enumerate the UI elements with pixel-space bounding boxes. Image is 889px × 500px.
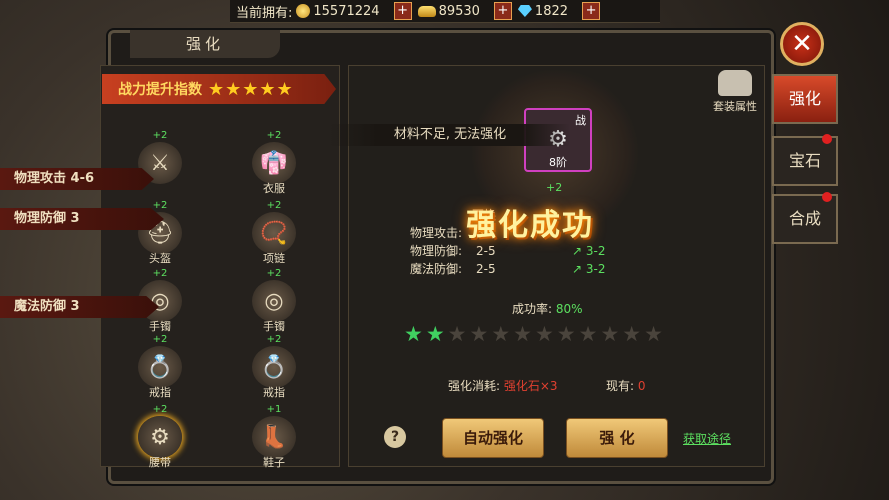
set-attr-label: 套装属性 xyxy=(713,100,757,113)
equipment-slot[interactable]: +2 ◎ 手镯 xyxy=(246,268,302,334)
slot-plus: +2 xyxy=(152,334,168,345)
close-button[interactable]: ✕ xyxy=(780,22,824,66)
enhance-star: ★ xyxy=(534,322,554,346)
slot-name: 戒指 xyxy=(263,386,285,399)
gold-amount: 15571224 xyxy=(313,3,380,19)
diamond-amount: 1822 xyxy=(534,3,569,19)
cost-info: 强化消耗: 强化石×3 xyxy=(448,377,558,394)
slot-plus: +2 xyxy=(152,130,168,141)
equipment-icon: ⚙ xyxy=(138,416,182,458)
add-gold-button[interactable]: + xyxy=(393,2,412,20)
rate-value: 80% xyxy=(555,302,583,316)
currency-bar: 当前拥有: 15571224 + 89530 + 1822 + xyxy=(230,0,660,23)
equipment-slot[interactable]: +2 👘 衣服 xyxy=(246,130,302,196)
success-rate: 成功率: 80% xyxy=(512,300,583,317)
slot-plus: +1 xyxy=(266,404,282,415)
target-level: 8阶 xyxy=(549,156,567,169)
enhance-star: ★ xyxy=(578,322,598,346)
equipment-slot[interactable]: +2 💍 戒指 xyxy=(246,334,302,400)
enhance-star: ★ xyxy=(644,322,663,346)
own-label: 现有: xyxy=(606,379,635,393)
coin-icon xyxy=(296,4,311,18)
enhance-star: ★ xyxy=(404,322,423,346)
attr-row: 魔法防御: 2-5 ↗ 3-2 xyxy=(410,260,605,278)
ingot-icon xyxy=(417,5,436,17)
slot-name: 头盔 xyxy=(149,252,171,265)
slot-name: 衣服 xyxy=(263,182,285,195)
attr-value: 2-5 xyxy=(476,244,496,258)
enhance-button[interactable]: 强 化 xyxy=(566,418,668,458)
enhance-star-bar: ★ ★ ★ ★ ★ ★ ★ ★ ★ ★ ★ ★ xyxy=(404,322,663,346)
enhance-star: ★ xyxy=(425,322,445,346)
attr-key: 魔法防御: xyxy=(410,262,463,276)
obtain-route-link[interactable]: 获取途径 xyxy=(683,430,731,447)
cost-label: 强化消耗: xyxy=(448,379,501,393)
slot-name: 手镯 xyxy=(149,320,171,333)
target-plus: +2 xyxy=(546,181,563,194)
equipment-icon: 💍 xyxy=(138,346,182,388)
slot-name: 戒指 xyxy=(149,386,171,399)
auto-enhance-button[interactable]: 自动强化 xyxy=(442,418,544,458)
slot-plus: +2 xyxy=(152,268,168,279)
ribbon-physical-attack: 物理攻击 4-6 xyxy=(0,168,154,190)
enhance-star: ★ xyxy=(491,322,511,346)
equipment-slot[interactable]: +2 ⚙ 腰带 xyxy=(132,404,188,470)
rate-label: 成功率: xyxy=(512,302,553,316)
notification-dot xyxy=(822,134,832,144)
enhance-star: ★ xyxy=(469,322,489,346)
ribbon-magic-defense: 魔法防御 3 xyxy=(0,296,159,318)
enhance-star: ★ xyxy=(447,322,467,346)
enhance-star: ★ xyxy=(513,322,532,346)
power-stars: ★★★★★ xyxy=(208,78,294,100)
ingot-amount: 89530 xyxy=(438,3,480,19)
attr-value: 2-5 xyxy=(476,262,496,276)
diamond-icon xyxy=(517,5,532,17)
enhance-star: ★ xyxy=(622,322,642,346)
armor-icon xyxy=(718,70,752,96)
slot-plus: +2 xyxy=(152,404,168,415)
attr-key: 物理防御: xyxy=(410,244,463,258)
notification-dot xyxy=(822,192,832,202)
equipment-slot[interactable]: +1 👢 鞋子 xyxy=(246,404,302,470)
equipment-icon: 💍 xyxy=(252,346,296,388)
slot-name: 项链 xyxy=(263,252,285,265)
tab-enhance[interactable]: 强化 xyxy=(772,74,838,124)
equipment-icon: 👘 xyxy=(252,142,296,184)
equipment-slot[interactable]: +2 📿 项链 xyxy=(246,200,302,266)
ribbon-physical-defense: 物理防御 3 xyxy=(0,208,164,230)
power-label: 战力提升指数 xyxy=(118,82,202,98)
slot-plus: +2 xyxy=(266,200,282,211)
add-diamond-button[interactable]: + xyxy=(582,2,601,20)
currency-label: 当前拥有: xyxy=(236,5,293,21)
fail-message: 材料不足, 无法强化 xyxy=(330,124,570,146)
target-tag: 战 xyxy=(575,114,586,127)
owned-info: 现有: 0 xyxy=(606,377,646,394)
slot-plus: +2 xyxy=(266,130,282,141)
set-attributes-button[interactable]: 套装属性 xyxy=(710,70,760,114)
power-index: 战力提升指数 ★★★★★ xyxy=(102,74,336,104)
panel-title: 强化 xyxy=(130,30,280,58)
slot-plus: +2 xyxy=(266,334,282,345)
equipment-icon: 📿 xyxy=(252,212,296,254)
attr-next: ↗ 3-2 xyxy=(572,244,606,258)
attr-row: 物理防御: 2-5 ↗ 3-2 xyxy=(410,242,605,260)
own-value: 0 xyxy=(637,379,646,393)
slot-name: 腰带 xyxy=(149,456,171,469)
enhance-star: ★ xyxy=(600,322,620,346)
help-button[interactable]: ? xyxy=(384,426,406,448)
success-banner: 强化成功 xyxy=(466,208,594,243)
slot-plus: +2 xyxy=(266,268,282,279)
cost-item: 强化石×3 xyxy=(503,379,558,393)
add-ingot-button[interactable]: + xyxy=(493,2,512,20)
attr-next: ↗ 3-2 xyxy=(572,262,606,276)
slot-name: 手镯 xyxy=(263,320,285,333)
enhance-star: ★ xyxy=(556,322,576,346)
equipment-icon: ◎ xyxy=(252,280,296,322)
equipment-icon: 👢 xyxy=(252,416,296,458)
equipment-slot[interactable]: +2 💍 戒指 xyxy=(132,334,188,400)
slot-name: 鞋子 xyxy=(263,456,285,469)
